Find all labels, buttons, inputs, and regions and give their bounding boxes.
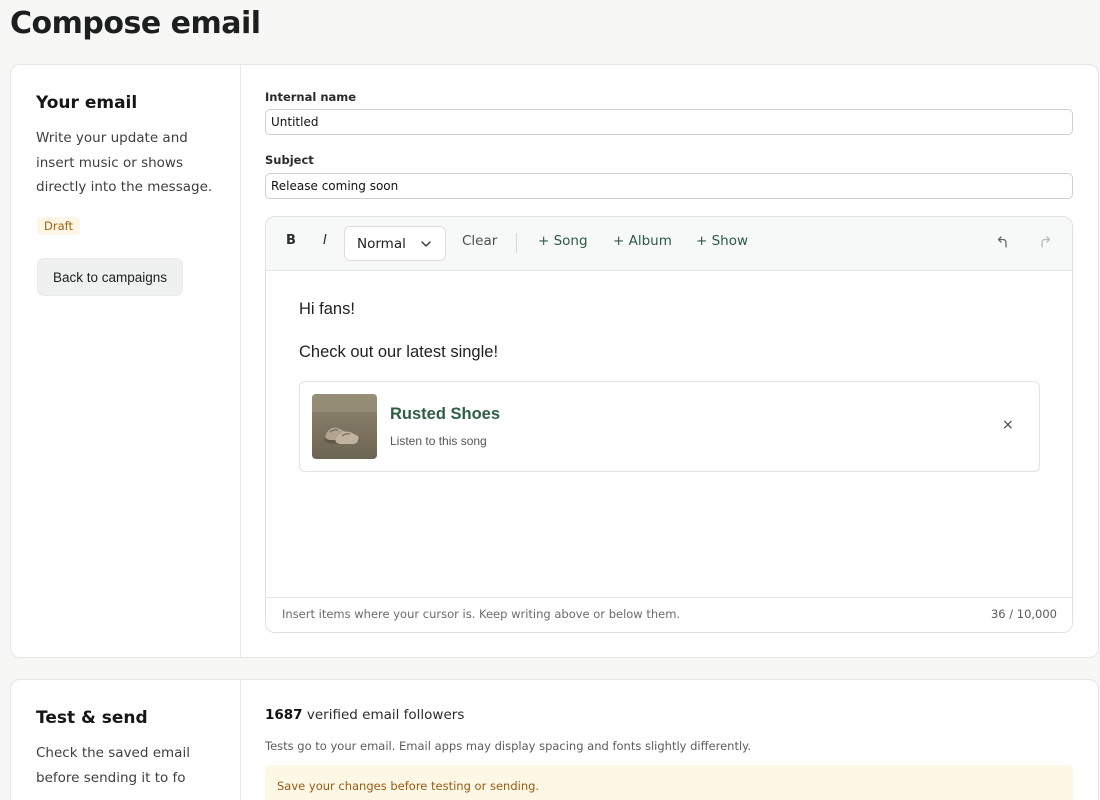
unsaved-warning: Save your changes before testing or send… (265, 765, 1073, 800)
tests-note: Tests go to your email. Email apps may d… (265, 739, 751, 753)
section-description: Write your update and insert music or sh… (36, 130, 213, 195)
back-to-campaigns-button[interactable]: Back to campaigns (37, 258, 183, 296)
followers-count: 1687 verified email followers (265, 707, 464, 723)
song-title[interactable]: Rusted Shoes (390, 405, 500, 424)
editor-toolbar: B I Normal Clear + Song + Album + Show (266, 217, 1072, 271)
character-counter: 36 / 10,000 (990, 607, 1057, 621)
song-cover-image (312, 394, 377, 459)
followers-number: 1687 (265, 707, 303, 723)
toolbar-separator (516, 233, 517, 253)
clear-format-button[interactable]: Clear (462, 233, 497, 249)
undo-icon[interactable] (996, 234, 1010, 250)
rich-text-editor[interactable]: B I Normal Clear + Song + Album + Show H… (265, 216, 1073, 633)
page-title: Compose email (10, 6, 261, 41)
insert-song-button[interactable]: + Song (538, 233, 588, 249)
section-title-your-email: Your email (36, 93, 138, 113)
compose-card: Your email Write your update and insert … (10, 64, 1099, 658)
text-format-value: Normal (357, 235, 406, 252)
card-divider (240, 680, 241, 800)
text-format-select[interactable]: Normal (344, 226, 446, 261)
insert-show-button[interactable]: + Show (696, 233, 748, 249)
editor-paragraph[interactable]: Hi fans! (299, 300, 355, 319)
editor-hint: Insert items where your cursor is. Keep … (282, 607, 681, 621)
editor-paragraph[interactable]: Check out our latest single! (299, 343, 498, 362)
redo-icon[interactable] (1038, 234, 1052, 250)
subject-input[interactable] (265, 173, 1073, 199)
section-description: Check the saved email before sending it … (36, 745, 190, 786)
followers-label: verified email followers (302, 707, 465, 723)
chevron-down-icon (421, 241, 431, 247)
song-subtitle: Listen to this song (390, 434, 487, 448)
warning-text: Save your changes before testing or send… (277, 779, 540, 793)
subject-label: Subject (265, 153, 314, 167)
editor-footer: Insert items where your cursor is. Keep … (266, 597, 1072, 632)
section-title-test-send: Test & send (36, 708, 148, 728)
internal-name-label: Internal name (265, 90, 357, 104)
song-embed-card[interactable]: Rusted Shoes Listen to this song × (299, 381, 1040, 472)
close-icon[interactable]: × (1002, 417, 1014, 433)
insert-album-button[interactable]: + Album (613, 233, 672, 249)
card-divider (240, 65, 241, 657)
bold-button[interactable]: B (286, 233, 296, 248)
status-badge: Draft (37, 217, 80, 235)
test-send-card: Test & send Check the saved email before… (10, 679, 1099, 800)
internal-name-input[interactable] (265, 109, 1073, 135)
italic-button[interactable]: I (323, 233, 327, 248)
